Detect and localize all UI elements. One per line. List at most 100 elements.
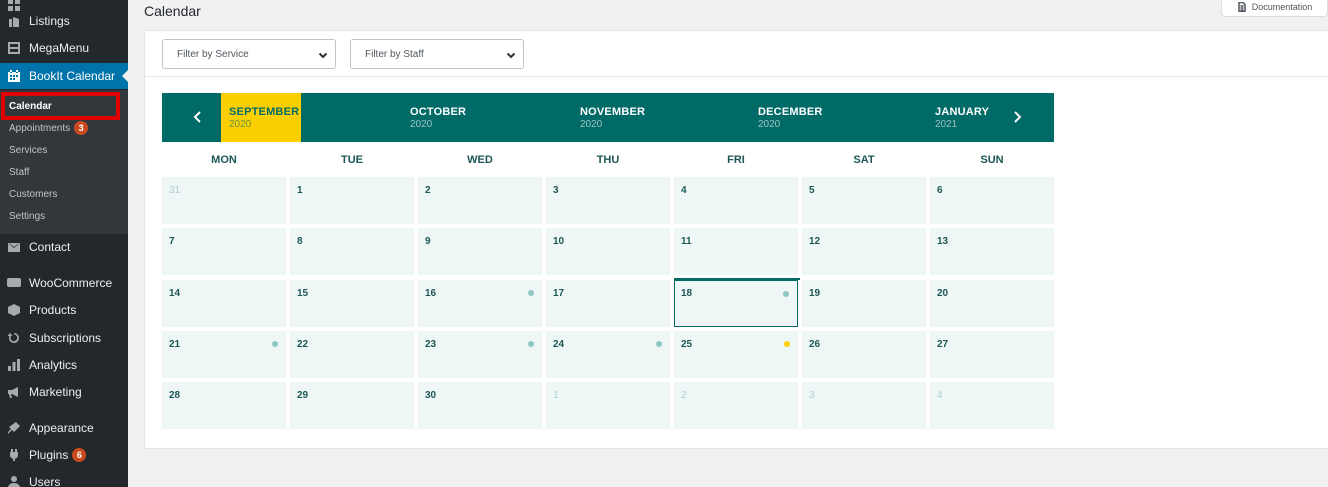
- calendar-day-cell[interactable]: 30: [418, 382, 542, 429]
- day-number: 3: [809, 390, 815, 401]
- chevron-left-icon: [193, 111, 201, 123]
- sidebar-item-megamenu[interactable]: MegaMenu: [0, 35, 128, 61]
- sidebar-item-bookit-calendar[interactable]: BookIt Calendar: [0, 63, 128, 89]
- calendar-day-cell[interactable]: 3: [546, 177, 670, 224]
- plugins-icon: [7, 448, 21, 462]
- day-number: 6: [937, 185, 943, 196]
- sidebar-item-woocommerce[interactable]: WooCommerce: [0, 270, 128, 296]
- calendar-day-cell[interactable]: 16: [418, 280, 542, 327]
- sidebar-item-subscriptions[interactable]: Subscriptions: [0, 325, 128, 351]
- calendar-day-cell[interactable]: 17: [546, 280, 670, 327]
- submenu-item-customers[interactable]: Customers: [9, 186, 57, 202]
- sidebar-item-appearance[interactable]: Appearance: [0, 415, 128, 441]
- sidebar-item-label: Plugins: [29, 448, 69, 462]
- calendar-day-cell[interactable]: 13: [930, 228, 1054, 275]
- weekday-header: MON: [211, 154, 237, 166]
- weekday-header: FRI: [727, 154, 745, 166]
- chevron-right-icon: [1014, 111, 1022, 123]
- mail-icon: [7, 240, 21, 254]
- month-tab-september[interactable]: SEPTEMBER 2020: [221, 93, 301, 142]
- next-month-button[interactable]: [1010, 110, 1024, 124]
- calendar-day-cell[interactable]: 9: [418, 228, 542, 275]
- month-tab-november[interactable]: NOVEMBER 2020: [580, 93, 645, 142]
- month-tab-december[interactable]: DECEMBER 2020: [758, 93, 823, 142]
- sidebar-item-label: Analytics: [29, 358, 78, 372]
- month-tab-october[interactable]: OCTOBER 2020: [410, 93, 466, 142]
- day-number: 17: [553, 288, 565, 299]
- sidebar-item-label: Listings: [29, 14, 70, 28]
- calendar-day-cell[interactable]: 7: [162, 228, 286, 275]
- calendar-day-cell[interactable]: 25: [674, 331, 798, 378]
- prev-month-button[interactable]: [191, 110, 205, 124]
- day-number: 12: [809, 236, 821, 247]
- day-number: 8: [297, 236, 303, 247]
- sidebar-item-analytics[interactable]: Analytics: [0, 352, 128, 378]
- marketing-icon: [7, 385, 21, 399]
- calendar-day-cell[interactable]: 24: [546, 331, 670, 378]
- calendar-day-cell[interactable]: 1: [546, 382, 670, 429]
- submenu-item-staff[interactable]: Staff: [9, 164, 29, 180]
- calendar-day-cell[interactable]: 15: [290, 280, 414, 327]
- documentation-button[interactable]: Documentation: [1221, 0, 1328, 17]
- calendar-day-cell[interactable]: 21: [162, 331, 286, 378]
- sidebar-item-marketing[interactable]: Marketing: [0, 379, 128, 405]
- filter-by-service-select[interactable]: Filter by Service: [162, 39, 336, 69]
- sidebar-item-contact[interactable]: Contact: [0, 234, 128, 260]
- calendar-day-cell[interactable]: 8: [290, 228, 414, 275]
- calendar-day-cell[interactable]: 20: [930, 280, 1054, 327]
- calendar-day-cell[interactable]: 4: [674, 177, 798, 224]
- calendar-day-cell[interactable]: 5: [802, 177, 926, 224]
- woocommerce-icon: [7, 276, 21, 290]
- day-number: 4: [681, 185, 687, 196]
- sidebar-item-users[interactable]: Users: [0, 469, 128, 487]
- calendar-day-cell[interactable]: 4: [930, 382, 1054, 429]
- day-number: 25: [681, 339, 693, 350]
- day-number: 24: [553, 339, 565, 350]
- calendar-day-cell[interactable]: 29: [290, 382, 414, 429]
- sidebar-item-listings[interactable]: Listings: [0, 8, 128, 34]
- weekday-header: SUN: [980, 154, 1004, 166]
- calendar-day-cell[interactable]: 27: [930, 331, 1054, 378]
- submenu-item-settings[interactable]: Settings: [9, 208, 45, 224]
- day-number: 9: [425, 236, 431, 247]
- calendar-day-cell[interactable]: 6: [930, 177, 1054, 224]
- appointment-indicator-dot: [656, 341, 662, 347]
- filter-by-staff-select[interactable]: Filter by Staff: [350, 39, 524, 69]
- admin-sidebar: Listings MegaMenu BookIt Calendar Calend…: [0, 0, 128, 487]
- appearance-icon: [7, 421, 21, 435]
- sidebar-item-label: Products: [29, 303, 77, 317]
- sidebar-item-label: WooCommerce: [29, 276, 113, 290]
- calendar-day-cell[interactable]: 3: [802, 382, 926, 429]
- calendar-day-cell[interactable]: 26: [802, 331, 926, 378]
- day-number: 21: [169, 339, 181, 350]
- calendar-day-cell[interactable]: 23: [418, 331, 542, 378]
- calendar-day-cell[interactable]: 19: [802, 280, 926, 327]
- calendar-day-cell-today[interactable]: 18: [674, 278, 800, 327]
- day-number: 1: [297, 185, 303, 196]
- calendar-day-cell[interactable]: 22: [290, 331, 414, 378]
- submenu-item-appointments[interactable]: Appointments 3: [9, 120, 89, 136]
- calendar-day-cell[interactable]: 28: [162, 382, 286, 429]
- day-number: 10: [553, 236, 565, 247]
- month-tab-january[interactable]: JANUARY 2021: [935, 93, 989, 142]
- calendar-day-cell[interactable]: 2: [418, 177, 542, 224]
- calendar-day-cell[interactable]: 2: [674, 382, 798, 429]
- listings-icon: [7, 14, 21, 28]
- calendar-day-cell[interactable]: 31: [162, 177, 286, 224]
- calendar-day-cell[interactable]: 14: [162, 280, 286, 327]
- products-icon: [7, 303, 21, 317]
- submenu-item-services[interactable]: Services: [9, 142, 47, 158]
- calendar-day-cell[interactable]: 1: [290, 177, 414, 224]
- calendar-day-cell[interactable]: 11: [674, 228, 798, 275]
- sidebar-item-plugins[interactable]: Plugins 6: [0, 442, 128, 468]
- day-number: 3: [553, 185, 559, 196]
- day-number: 11: [681, 236, 692, 247]
- appointment-indicator-dot: [272, 341, 278, 347]
- calendar-day-cell[interactable]: 10: [546, 228, 670, 275]
- day-number: 27: [937, 339, 949, 350]
- calendar-day-cell[interactable]: 12: [802, 228, 926, 275]
- sidebar-item-label: BookIt Calendar: [29, 69, 116, 83]
- month-navigation-bar: SEPTEMBER 2020 OCTOBER 2020 NOVEMBER 202…: [162, 93, 1054, 142]
- sidebar-item-products[interactable]: Products: [0, 297, 128, 323]
- weekday-header: SAT: [853, 154, 875, 166]
